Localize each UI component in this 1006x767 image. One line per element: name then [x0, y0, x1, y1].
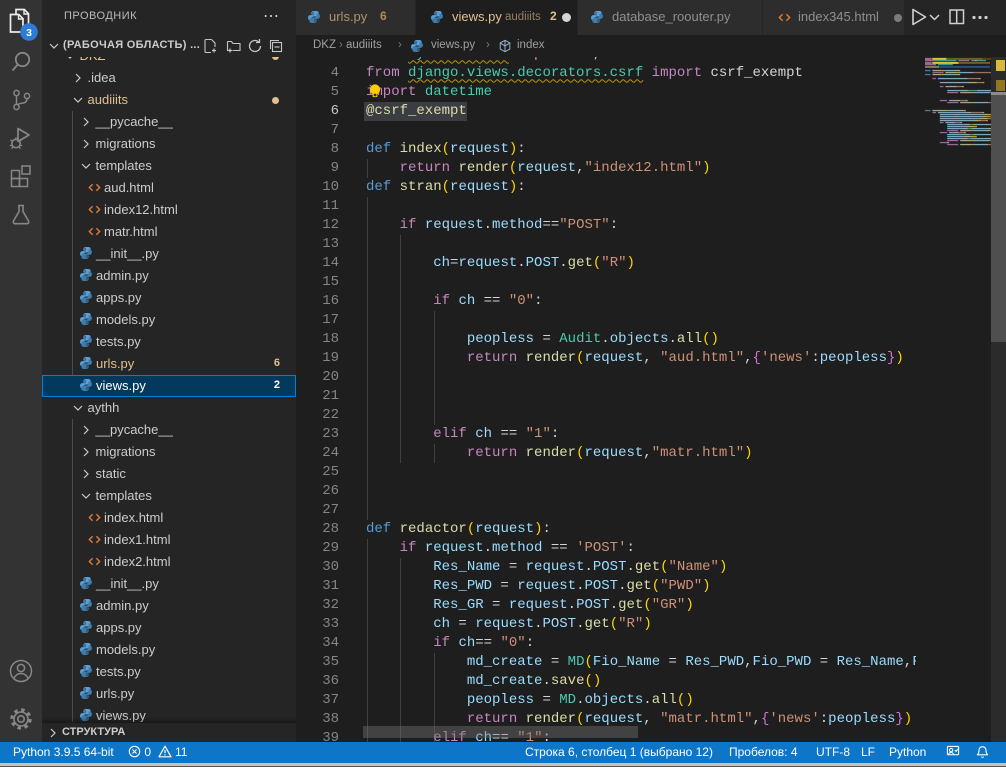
svg-text:3: 3	[26, 27, 32, 39]
